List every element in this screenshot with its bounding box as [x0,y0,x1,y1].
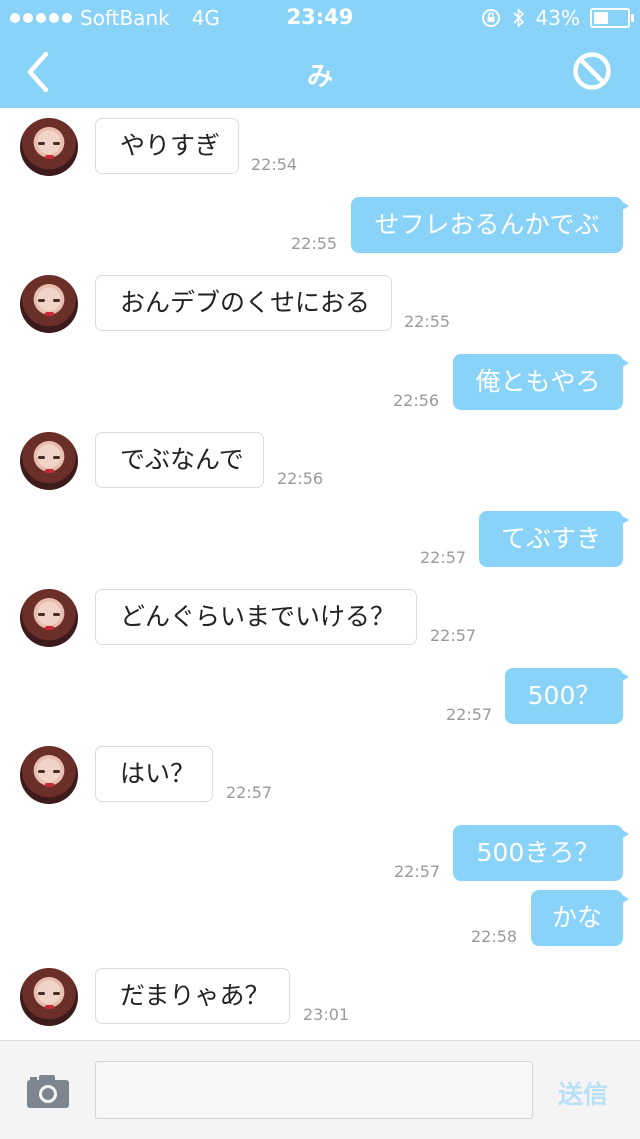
avatar[interactable] [20,118,78,176]
battery-percent: 43% [535,6,580,30]
block-icon[interactable] [572,51,612,91]
message-timestamp: 22:57 [446,705,493,724]
incoming-message-bubble[interactable]: でぶなんで [95,432,264,488]
outgoing-message-bubble[interactable]: せフレおるんかでぶ [351,197,629,253]
message-timestamp: 22:55 [404,312,451,331]
avatar[interactable] [20,275,78,333]
avatar[interactable] [20,746,78,804]
message-timestamp: 22:56 [277,469,324,488]
message-composer: 送信 [0,1040,640,1139]
message-timestamp: 22:57 [394,862,441,881]
message-timestamp: 22:57 [430,626,477,645]
outgoing-message-bubble[interactable]: 俺ともやろ [453,354,629,410]
message-timestamp: 22:54 [251,155,298,174]
message-timestamp: 22:56 [393,391,440,410]
message-timestamp: 22:55 [291,234,338,253]
message-timestamp: 22:57 [226,783,273,802]
incoming-message-bubble[interactable]: おんデブのくせにおる [95,275,392,331]
avatar[interactable] [20,432,78,490]
battery-icon [590,8,634,28]
message-timestamp: 22:57 [420,548,467,567]
bluetooth-icon [512,8,524,28]
camera-icon[interactable] [26,1073,70,1109]
status-bar: SoftBank 4G 23:49 43% [0,0,640,36]
message-timestamp: 23:01 [303,1005,350,1024]
send-button[interactable]: 送信 [558,1075,608,1111]
incoming-message-bubble[interactable]: はい？ [95,746,213,802]
incoming-message-bubble[interactable]: どんぐらいまでいける？ [95,589,417,645]
message-timestamp: 22:58 [471,927,518,946]
app-header: SoftBank 4G 23:49 43% み [0,0,640,108]
outgoing-message-bubble[interactable]: 500きろ？ [453,825,629,881]
chat-title: み [306,62,333,92]
incoming-message-bubble[interactable]: だまりゃあ？ [95,968,290,1024]
battery-fill [594,12,608,24]
avatar[interactable] [20,968,78,1026]
rotation-lock-icon [481,9,500,27]
outgoing-message-bubble[interactable]: てぶすき [479,511,629,567]
incoming-message-bubble[interactable]: やりすぎ [95,118,239,174]
outgoing-message-bubble[interactable]: 500？ [505,668,629,724]
outgoing-message-bubble[interactable]: かな [531,890,629,946]
avatar[interactable] [20,589,78,647]
message-input[interactable] [95,1061,533,1119]
